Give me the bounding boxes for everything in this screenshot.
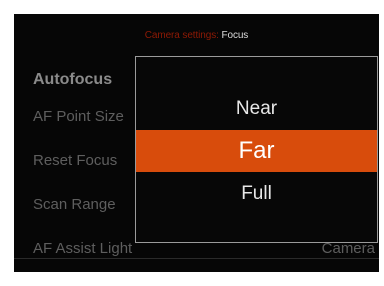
header-separator: :	[216, 30, 219, 41]
option-full[interactable]: Full	[136, 174, 377, 214]
menu-item-reset-focus[interactable]: Reset Focus	[33, 152, 117, 169]
header-section-label: Camera settings	[144, 30, 217, 41]
menu-item-af-point-size[interactable]: AF Point Size	[33, 108, 124, 125]
screen-header: Camera settings: Focus	[14, 14, 379, 58]
bottom-divider	[14, 258, 379, 259]
camera-settings-screen: Camera settings: Focus Autofocus AF Poin…	[14, 14, 379, 272]
option-near[interactable]: Near	[136, 89, 377, 129]
menu-item-scan-range[interactable]: Scan Range	[33, 196, 116, 213]
option-far-selected[interactable]: Far	[136, 130, 377, 172]
menu-group-title: Autofocus	[33, 71, 113, 88]
scan-range-popup: Near Far Full	[135, 56, 378, 243]
header-page-label: Focus	[221, 30, 249, 41]
menu-item-af-assist-light[interactable]: AF Assist Light	[33, 240, 132, 257]
